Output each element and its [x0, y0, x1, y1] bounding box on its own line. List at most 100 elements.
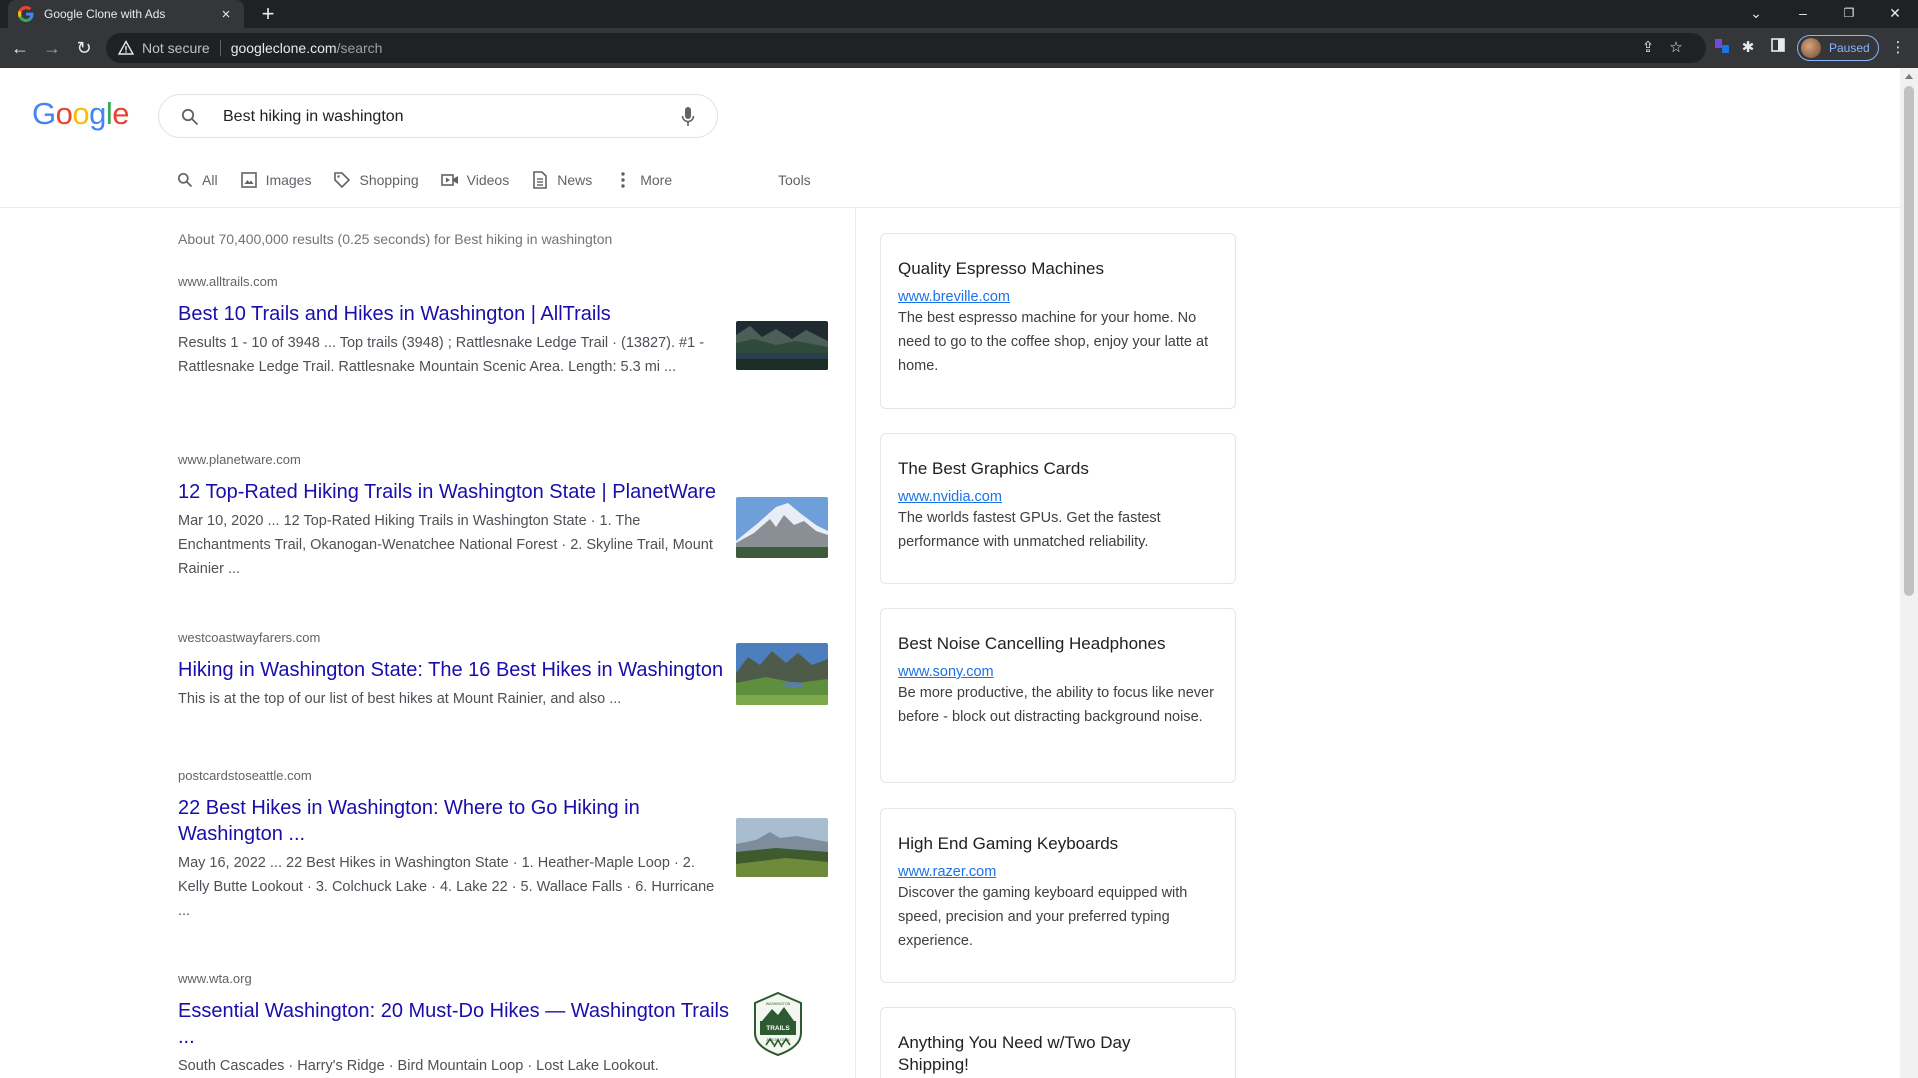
browser-toolbar: ← → ↻ Not secure googleclone.com /search… [0, 28, 1918, 68]
result-thumbnail[interactable] [736, 643, 828, 705]
result-snippet: Results 1 - 10 of 3948 ... Top trails (3… [178, 335, 705, 375]
tab-news[interactable]: News [531, 171, 592, 189]
share-icon[interactable]: ⇪ [1640, 40, 1656, 56]
minimize-button[interactable]: – [1792, 2, 1814, 24]
result-thumbnail[interactable] [736, 497, 828, 558]
scrollbar-thumb[interactable] [1904, 86, 1914, 596]
new-tab-button[interactable]: + [256, 2, 280, 26]
forward-button[interactable]: → [40, 36, 64, 60]
search-result: www.planetware.com 12 Top-Rated Hiking T… [178, 452, 828, 581]
side-panel-icon[interactable] [1768, 38, 1788, 58]
address-bar[interactable]: Not secure googleclone.com /search ⇪ ☆ [106, 33, 1706, 63]
restore-button[interactable]: ❐ [1838, 2, 1860, 24]
tab-search-chevron-icon[interactable]: ⌄ [1745, 2, 1767, 24]
ad-link[interactable]: www.razer.com [898, 864, 1218, 880]
search-icon[interactable] [181, 108, 199, 126]
ad-description: Discover the gaming keyboard equipped wi… [898, 885, 1188, 949]
tab-title: Google Clone with Ads [44, 7, 166, 21]
tab-label: More [640, 172, 673, 188]
ad-link[interactable]: www.breville.com [898, 289, 1218, 305]
tools-button[interactable]: Tools [778, 172, 811, 188]
back-button[interactable]: ← [8, 36, 32, 60]
menu-kebab-icon[interactable]: ⋮ [1888, 38, 1908, 58]
column-divider [855, 208, 856, 1078]
tab-all[interactable]: All [176, 171, 218, 189]
result-snippet: May 16, 2022 ... 22 Best Hikes in Washin… [178, 855, 715, 919]
tab-shopping[interactable]: Shopping [333, 171, 419, 189]
logo-letter: o [55, 96, 73, 131]
logo-letter: G [32, 96, 56, 131]
result-title-link[interactable]: 12 Top-Rated Hiking Trails in Washington… [178, 479, 738, 505]
video-icon [440, 171, 459, 189]
profile-button[interactable]: Paused [1797, 35, 1879, 61]
url-path: /search [336, 40, 383, 56]
header-divider [0, 207, 1900, 208]
omnibox-separator [219, 40, 221, 56]
ad-link[interactable]: www.nvidia.com [898, 489, 1218, 505]
ad-card: Quality Espresso Machines www.breville.c… [880, 233, 1236, 409]
ad-title: The Best Graphics Cards [898, 459, 1089, 478]
news-icon [531, 171, 549, 189]
ad-description: The worlds fastest GPUs. Get the fastest… [898, 510, 1161, 550]
tab-videos[interactable]: Videos [440, 171, 510, 189]
result-thumbnail[interactable] [736, 321, 828, 370]
logo-letter: o [72, 96, 90, 131]
extensions-puzzle-icon[interactable]: ✱ [1738, 38, 1758, 58]
tab-label: News [557, 172, 593, 188]
close-tab-icon[interactable]: × [218, 6, 234, 23]
search-input[interactable] [223, 105, 623, 129]
search-tabs: All Images Shopping Videos News More [176, 168, 694, 192]
browser-tab[interactable]: Google Clone with Ads × [8, 0, 244, 28]
result-url[interactable]: www.alltrails.com [178, 274, 828, 289]
logo-letter: g [89, 96, 106, 131]
result-url[interactable]: postcardstoseattle.com [178, 768, 828, 783]
ad-description: Be more productive, the ability to focus… [898, 685, 1214, 725]
search-result: westcoastwayfarers.com Hiking in Washing… [178, 630, 828, 711]
profile-status: Paused [1829, 41, 1870, 55]
result-title-link[interactable]: Best 10 Trails and Hikes in Washington |… [178, 301, 738, 327]
wta-logo-text: WASHINGTON [766, 1002, 791, 1006]
ad-title: Quality Espresso Machines [898, 259, 1104, 278]
security-label[interactable]: Not secure [142, 40, 210, 56]
logo-letter: e [112, 96, 130, 131]
bookmark-star-icon[interactable]: ☆ [1668, 40, 1684, 56]
ad-title: Best Noise Cancelling Headphones [898, 634, 1166, 653]
tab-more[interactable]: More [614, 171, 672, 189]
search-icon [176, 171, 194, 189]
wta-logo-icon[interactable]: WASHINGTON TRAILS ASSOCIATION [752, 991, 804, 1057]
search-result: www.wta.org Essential Washington: 20 Mus… [178, 971, 828, 1078]
tab-images[interactable]: Images [240, 171, 311, 189]
result-snippet: South Cascades · Harry's Ridge · Bird Mo… [178, 1058, 659, 1074]
ad-description: The best espresso machine for your home.… [898, 310, 1209, 374]
search-result: postcardstoseattle.com 22 Best Hikes in … [178, 768, 828, 923]
url-host: googleclone.com [230, 40, 337, 56]
page-scrollbar[interactable] [1900, 68, 1918, 1078]
tab-label: Videos [466, 172, 510, 188]
wta-logo-text: TRAILS [766, 1025, 790, 1032]
avatar [1801, 38, 1821, 58]
result-title-link[interactable]: Hiking in Washington State: The 16 Best … [178, 657, 738, 683]
ad-card: Best Noise Cancelling Headphones www.son… [880, 608, 1236, 783]
result-snippet: This is at the top of our list of best h… [178, 691, 622, 707]
scroll-up-arrow[interactable] [1905, 74, 1913, 79]
ad-card: Anything You Need w/Two Day Shipping! [880, 1007, 1236, 1078]
result-url[interactable]: westcoastwayfarers.com [178, 630, 828, 645]
result-title-link[interactable]: Essential Washington: 20 Must-Do Hikes —… [178, 998, 738, 1050]
tab-label: All [202, 172, 218, 188]
result-snippet: Mar 10, 2020 ... 12 Top-Rated Hiking Tra… [178, 513, 713, 577]
ad-card: The Best Graphics Cards www.nvidia.com T… [880, 433, 1236, 584]
result-url[interactable]: www.wta.org [178, 971, 828, 986]
extension-badge-icon[interactable] [1712, 38, 1732, 58]
browser-titlebar: Google Clone with Ads × + ⌄ – ❐ ✕ [0, 0, 1918, 28]
google-favicon-icon [18, 6, 34, 22]
result-title-link[interactable]: 22 Best Hikes in Washington: Where to Go… [178, 795, 738, 847]
google-logo[interactable]: Google [32, 96, 130, 132]
close-window-button[interactable]: ✕ [1884, 2, 1906, 24]
result-thumbnail[interactable] [736, 818, 828, 877]
ad-link[interactable]: www.sony.com [898, 664, 1218, 680]
microphone-icon[interactable] [681, 106, 695, 128]
ad-title: High End Gaming Keyboards [898, 834, 1119, 853]
ad-title: Anything You Need w/Two Day Shipping! [898, 1033, 1131, 1074]
result-url[interactable]: www.planetware.com [178, 452, 828, 467]
reload-button[interactable]: ↻ [72, 36, 96, 60]
